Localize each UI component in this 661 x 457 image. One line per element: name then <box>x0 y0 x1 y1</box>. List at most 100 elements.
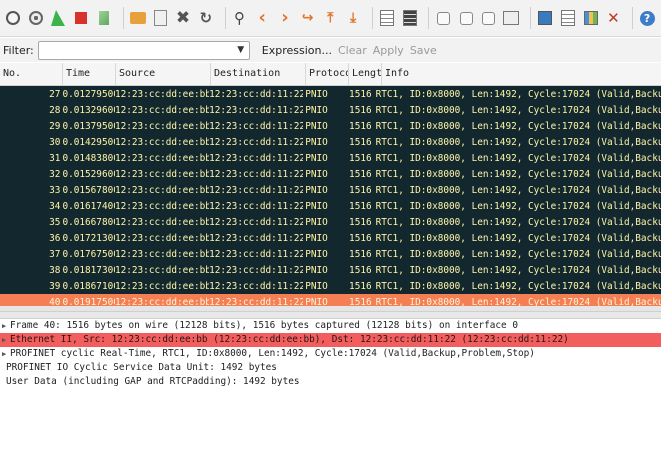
filter-input[interactable] <box>37 40 250 60</box>
cell-no: 34 <box>49 200 61 212</box>
cell-destination: 12:23:cc:dd:11:22 <box>209 152 304 164</box>
expression-button[interactable]: Expression... <box>262 44 332 57</box>
table-row[interactable]: 350.01667800012:23:cc:dd:ee:bb12:23:cc:d… <box>0 214 661 230</box>
filter-label: Filter: <box>3 43 34 57</box>
column-header-time[interactable]: Time <box>63 63 116 85</box>
cell-info: RTC1, ID:0x8000, Len:1492, Cycle:17024 (… <box>375 104 661 116</box>
cell-destination: 12:23:cc:dd:11:22 <box>209 248 304 260</box>
cell-protocol: PNIO <box>305 104 328 116</box>
column-header-protocol[interactable]: Protocol <box>306 63 349 85</box>
table-row[interactable]: 280.01329600012:23:cc:dd:ee:bb12:23:cc:d… <box>0 102 661 118</box>
expand-arrow-icon[interactable]: ▶ <box>2 319 10 333</box>
table-row[interactable]: 340.01617400012:23:cc:dd:ee:bb12:23:cc:d… <box>0 198 661 214</box>
detail-tree-item[interactable]: PROFINET IO Cyclic Service Data Unit: 14… <box>0 361 661 375</box>
cell-source: 12:23:cc:dd:ee:bb <box>114 88 210 100</box>
toolbar-separator <box>122 7 124 29</box>
table-row[interactable]: 330.01567800012:23:cc:dd:ee:bb12:23:cc:d… <box>0 182 661 198</box>
cell-protocol: PNIO <box>305 248 328 260</box>
restart-capture-icon[interactable] <box>95 9 113 27</box>
expand-arrow-icon[interactable]: ▶ <box>2 347 10 361</box>
column-header-destination[interactable]: Destination <box>211 63 306 85</box>
toolbar-separator <box>371 7 373 29</box>
display-filters-icon[interactable] <box>559 9 577 27</box>
detail-tree-item[interactable]: ▶ Ethernet II, Src: 12:23:cc:dd:ee:bb (12… <box>0 333 661 347</box>
capture-options-icon[interactable] <box>27 9 45 27</box>
auto-scroll-icon[interactable] <box>378 9 396 27</box>
start-capture-icon[interactable] <box>4 9 22 27</box>
column-header-source[interactable]: Source <box>116 63 211 85</box>
table-row[interactable]: 300.01429500012:23:cc:dd:ee:bb12:23:cc:d… <box>0 134 661 150</box>
pane-splitter[interactable] <box>0 311 661 319</box>
save-file-icon[interactable] <box>151 9 169 27</box>
cell-destination: 12:23:cc:dd:11:22 <box>209 200 304 212</box>
column-header-no[interactable]: No. <box>0 63 63 85</box>
cell-source: 12:23:cc:dd:ee:bb <box>114 120 210 132</box>
go-forward-icon[interactable]: › <box>276 9 294 27</box>
table-row[interactable]: 360.01721300012:23:cc:dd:ee:bb12:23:cc:d… <box>0 230 661 246</box>
cell-time: 0.017675000 <box>62 248 115 260</box>
cell-info: RTC1, ID:0x8000, Len:1492, Cycle:17024 (… <box>375 88 661 100</box>
table-row[interactable]: 390.01867100012:23:cc:dd:ee:bb12:23:cc:d… <box>0 278 661 294</box>
cell-length: 1516 <box>349 200 372 212</box>
reload-icon[interactable]: ↻ <box>197 9 215 27</box>
cell-info: RTC1, ID:0x8000, Len:1492, Cycle:17024 (… <box>375 280 661 292</box>
table-row[interactable]: 310.01483800012:23:cc:dd:ee:bb12:23:cc:d… <box>0 150 661 166</box>
cell-info: RTC1, ID:0x8000, Len:1492, Cycle:17024 (… <box>375 136 661 148</box>
open-file-icon[interactable] <box>129 9 147 27</box>
table-row[interactable]: 370.01767500012:23:cc:dd:ee:bb12:23:cc:d… <box>0 246 661 262</box>
table-row[interactable]: 270.01279500012:23:cc:dd:ee:bb12:23:cc:d… <box>0 86 661 102</box>
preferences-icon[interactable]: ✕ <box>605 9 623 27</box>
cell-no: 38 <box>49 264 61 276</box>
cell-source: 12:23:cc:dd:ee:bb <box>114 280 210 292</box>
capture-filters-icon[interactable] <box>536 9 554 27</box>
toolbar-separator <box>224 7 226 29</box>
cell-source: 12:23:cc:dd:ee:bb <box>114 264 210 276</box>
cell-no: 28 <box>49 104 61 116</box>
column-header-length[interactable]: Lengtl <box>349 63 382 85</box>
clear-button[interactable]: Clear <box>338 44 367 57</box>
table-row[interactable]: 320.01529600012:23:cc:dd:ee:bb12:23:cc:d… <box>0 166 661 182</box>
resize-columns-icon[interactable] <box>503 9 521 27</box>
cell-time: 0.016678000 <box>62 216 115 228</box>
cell-protocol: PNIO <box>305 168 328 180</box>
go-back-icon[interactable]: ‹ <box>253 9 271 27</box>
help-icon[interactable]: ? <box>638 9 656 27</box>
cell-length: 1516 <box>349 280 372 292</box>
filter-dropdown-icon[interactable]: ▼ <box>234 45 248 55</box>
zoom-in-icon[interactable] <box>434 9 452 27</box>
coloring-rules-icon[interactable] <box>582 9 600 27</box>
expand-arrow-icon[interactable]: ▶ <box>2 333 10 347</box>
cell-source: 12:23:cc:dd:ee:bb <box>114 248 210 260</box>
stop-capture-icon[interactable] <box>72 9 90 27</box>
toolbar-separator <box>530 7 532 29</box>
first-packet-icon[interactable]: ⤒ <box>322 9 340 27</box>
table-row[interactable]: 380.01817300012:23:cc:dd:ee:bb12:23:cc:d… <box>0 262 661 278</box>
apply-button[interactable]: Apply <box>373 44 404 57</box>
cell-time: 0.016174000 <box>62 200 115 212</box>
last-packet-icon[interactable]: ⤓ <box>344 9 362 27</box>
zoom-out-icon[interactable] <box>457 9 475 27</box>
detail-tree-item[interactable]: ▶ Frame 40: 1516 bytes on wire (12128 bit… <box>0 319 661 333</box>
detail-text: PROFINET cyclic Real-Time, RTC1, ID:0x80… <box>10 348 535 359</box>
close-file-icon[interactable]: ✖ <box>174 9 192 27</box>
packet-list: No. Time Source Destination Protocol Len… <box>0 63 661 311</box>
cell-no: 30 <box>49 136 61 148</box>
find-packet-icon[interactable]: ⚲ <box>231 9 249 27</box>
cell-protocol: PNIO <box>305 280 328 292</box>
column-header-info[interactable]: Info <box>382 63 661 85</box>
toolbar-separator <box>428 7 430 29</box>
cell-length: 1516 <box>349 120 372 132</box>
table-row[interactable]: 290.01379500012:23:cc:dd:ee:bb12:23:cc:d… <box>0 118 661 134</box>
colorize-icon[interactable] <box>401 9 419 27</box>
cell-protocol: PNIO <box>305 136 328 148</box>
shark-fin-start-icon[interactable] <box>49 9 67 27</box>
save-button[interactable]: Save <box>410 44 437 57</box>
detail-tree-item[interactable]: ▶ PROFINET cyclic Real-Time, RTC1, ID:0x8… <box>0 347 661 361</box>
cell-length: 1516 <box>349 168 372 180</box>
go-to-packet-icon[interactable]: ↪ <box>299 9 317 27</box>
toolbar-separator <box>632 7 634 29</box>
normal-size-icon[interactable] <box>480 9 498 27</box>
cell-no: 29 <box>49 120 61 132</box>
detail-tree-item[interactable]: User Data (including GAP and RTCPadding)… <box>0 375 661 389</box>
cell-time: 0.013795000 <box>62 120 115 132</box>
